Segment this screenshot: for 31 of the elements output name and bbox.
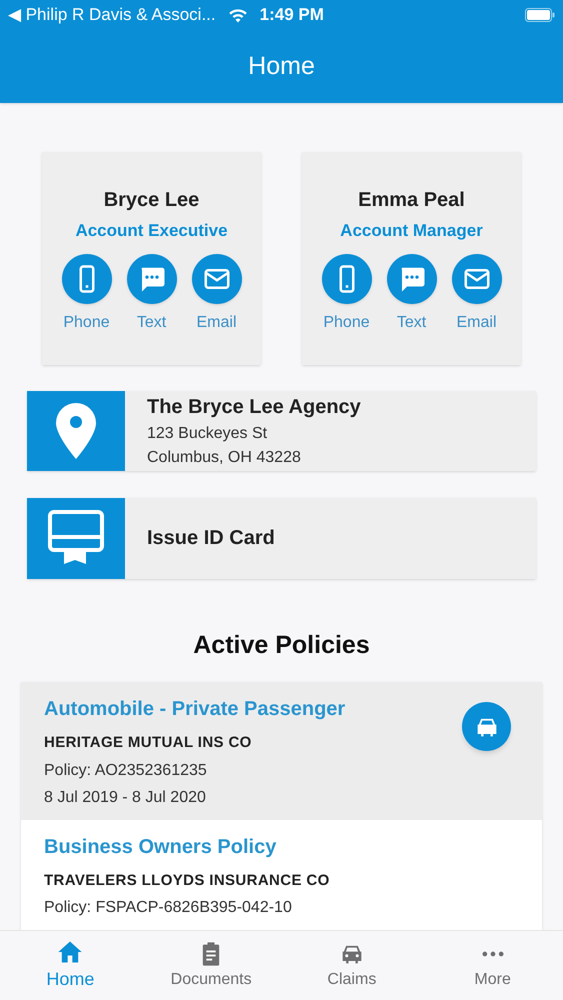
tab[interactable]: More (422, 931, 563, 1000)
contact-role: Account Manager (340, 220, 483, 242)
contact-name: Bryce Lee (104, 188, 200, 213)
policy-card[interactable]: Business Owners Policy TRAVELERS LLOYDS INSURANCE CO Policy: FSPACP-6826B395-042-10 (21, 820, 542, 930)
wifi-icon (228, 7, 248, 23)
policy-dates: 8 Jul 2019 - 8 Jul 2020 (44, 788, 207, 808)
tab[interactable]: Home (0, 931, 141, 1000)
policy-carrier: TRAVELERS LLOYDS INSURANCE CO (44, 870, 331, 890)
contact-role: Account Executive (75, 220, 228, 242)
location-pin-icon (56, 403, 96, 460)
policy-number: Policy: FSPACP-6826B395-042-10 (44, 898, 293, 918)
agency-address: 123 Buckeyes St (147, 424, 268, 444)
battery-icon (525, 8, 555, 22)
policy-title: Automobile - Private Passenger (44, 697, 346, 722)
policy-carrier: HERITAGE MUTUAL INS CO (44, 733, 253, 753)
policy-title: Business Owners Policy (44, 834, 278, 860)
agency-card[interactable]: The Bryce Lee Agency 123 Buckeyes St Columbus, OH 43228 (27, 391, 536, 472)
policy-card[interactable]: Automobile - Private Passenger HERITAGE MUTUAL INS CO Policy: AO2352361235 8 Jul 2019 - 8 Jul 2020 (21, 682, 542, 820)
id-card-label: Issue ID Card (147, 526, 275, 552)
id-card-icon (48, 510, 104, 566)
page-title: Home (248, 50, 315, 82)
agency-name: The Bryce Lee Agency (147, 395, 361, 420)
status-time: 1:49 PM (260, 4, 324, 26)
agency-address: Columbus, OH 43228 (147, 448, 302, 468)
policy-number: Policy: AO2352361235 (44, 760, 208, 780)
back-link[interactable]: ◀ Philip R Davis & Associ... (8, 2, 216, 28)
tab[interactable]: Documents (140, 931, 282, 1000)
section-heading: Active Policies (193, 630, 370, 660)
tab[interactable]: Claims (282, 931, 422, 1000)
contact-name: Emma Peal (358, 188, 465, 213)
id-card-row[interactable]: Issue ID Card (27, 498, 536, 578)
